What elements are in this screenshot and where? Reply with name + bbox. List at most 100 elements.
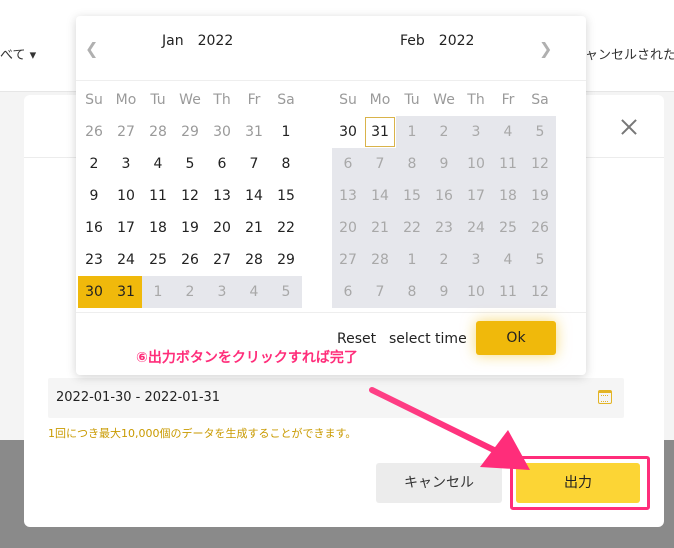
day-cell[interactable]: 9 [428,148,460,180]
day-cell[interactable]: 31 [238,116,270,148]
day-cell[interactable]: 11 [142,180,174,212]
day-cell[interactable]: 30 [332,116,364,148]
day-cell[interactable]: 11 [492,148,524,180]
day-cell[interactable]: 3 [206,276,238,308]
day-cell[interactable]: 2 [428,244,460,276]
day-cell[interactable]: 28 [142,116,174,148]
day-cell[interactable]: 6 [332,276,364,308]
day-cell[interactable]: 4 [492,116,524,148]
day-cell[interactable]: 1 [142,276,174,308]
day-cell[interactable]: 7 [238,148,270,180]
day-cell[interactable]: 6 [206,148,238,180]
day-cell[interactable]: 9 [78,180,110,212]
day-cell[interactable]: 25 [142,244,174,276]
day-cell[interactable]: 17 [460,180,492,212]
day-cell[interactable]: 20 [206,212,238,244]
day-cell[interactable]: 15 [396,180,428,212]
day-cell[interactable]: 18 [492,180,524,212]
day-cell[interactable]: 31 [364,116,396,148]
day-cell[interactable]: 8 [396,276,428,308]
day-cell[interactable]: 31 [110,276,142,308]
day-cell[interactable]: 23 [78,244,110,276]
day-cell[interactable]: 12 [524,148,556,180]
day-cell[interactable]: 11 [492,276,524,308]
day-cell[interactable]: 10 [110,180,142,212]
day-cell[interactable]: 5 [524,244,556,276]
day-cell[interactable]: 16 [428,180,460,212]
day-cell[interactable]: 15 [270,180,302,212]
select-time-button[interactable]: select time [389,331,467,347]
day-cell[interactable]: 2 [78,148,110,180]
day-cell[interactable]: 26 [524,212,556,244]
day-cell[interactable]: 27 [332,244,364,276]
limit-note: 1回につき最大10,000個のデータを生成することができます。 [48,427,357,440]
day-cell[interactable]: 10 [460,148,492,180]
day-cell[interactable]: 27 [206,244,238,276]
left-year-label[interactable]: 2022 [198,33,234,49]
day-cell[interactable]: 19 [524,180,556,212]
day-cell[interactable]: 4 [492,244,524,276]
cancel-button[interactable]: キャンセル [376,463,502,503]
day-cell[interactable]: 16 [78,212,110,244]
day-cell[interactable]: 6 [332,148,364,180]
day-cell[interactable]: 20 [332,212,364,244]
date-range-input[interactable]: 2022-01-30 - 2022-01-31 [48,378,624,418]
day-cell[interactable]: 3 [460,116,492,148]
day-cell[interactable]: 5 [524,116,556,148]
day-cell[interactable]: 1 [396,244,428,276]
day-cell[interactable]: 19 [174,212,206,244]
close-icon[interactable] [619,117,639,137]
day-cell[interactable]: 13 [206,180,238,212]
day-cell[interactable]: 12 [174,180,206,212]
day-cell[interactable]: 28 [238,244,270,276]
day-cell[interactable]: 13 [332,180,364,212]
day-cell[interactable]: 1 [270,116,302,148]
day-cell[interactable]: 24 [110,244,142,276]
day-cell[interactable]: 22 [396,212,428,244]
left-month-label[interactable]: Jan [162,33,184,49]
day-cell[interactable]: 3 [460,244,492,276]
day-cell[interactable]: 9 [428,276,460,308]
day-cell[interactable]: 21 [364,212,396,244]
day-cell[interactable]: 1 [396,116,428,148]
right-month-label[interactable]: Feb [400,33,425,49]
output-highlight-box [510,456,650,510]
day-cell[interactable]: 30 [206,116,238,148]
day-cell[interactable]: 25 [492,212,524,244]
day-cell[interactable]: 24 [460,212,492,244]
day-cell[interactable]: 2 [174,276,206,308]
day-cell[interactable]: 18 [142,212,174,244]
day-cell[interactable]: 29 [270,244,302,276]
day-cell[interactable]: 2 [428,116,460,148]
day-cell[interactable]: 8 [270,148,302,180]
day-cell[interactable]: 22 [270,212,302,244]
day-cell[interactable]: 23 [428,212,460,244]
day-cell[interactable]: 30 [78,276,110,308]
day-cell[interactable]: 28 [364,244,396,276]
day-cell[interactable]: 4 [142,148,174,180]
day-cell[interactable]: 26 [78,116,110,148]
day-cell[interactable]: 5 [270,276,302,308]
day-cell[interactable]: 8 [396,148,428,180]
day-cell[interactable]: 21 [238,212,270,244]
day-cell[interactable]: 7 [364,148,396,180]
day-cell[interactable]: 7 [364,276,396,308]
chevron-right-icon[interactable]: ❯ [539,39,552,58]
calendar-icon[interactable] [598,390,612,404]
day-cell[interactable]: 14 [364,180,396,212]
right-year-label[interactable]: 2022 [439,33,475,49]
day-cell[interactable]: 17 [110,212,142,244]
day-cell[interactable]: 29 [174,116,206,148]
ok-button[interactable]: Ok [476,321,556,355]
day-cell[interactable]: 4 [238,276,270,308]
weekday-label: Mo [369,92,391,108]
day-cell[interactable]: 12 [524,276,556,308]
day-cell[interactable]: 27 [110,116,142,148]
day-cell[interactable]: 3 [110,148,142,180]
reset-button[interactable]: Reset [337,331,376,347]
day-cell[interactable]: 5 [174,148,206,180]
day-cell[interactable]: 10 [460,276,492,308]
day-cell[interactable]: 14 [238,180,270,212]
day-cell[interactable]: 26 [174,244,206,276]
chevron-left-icon[interactable]: ❮ [85,39,98,58]
